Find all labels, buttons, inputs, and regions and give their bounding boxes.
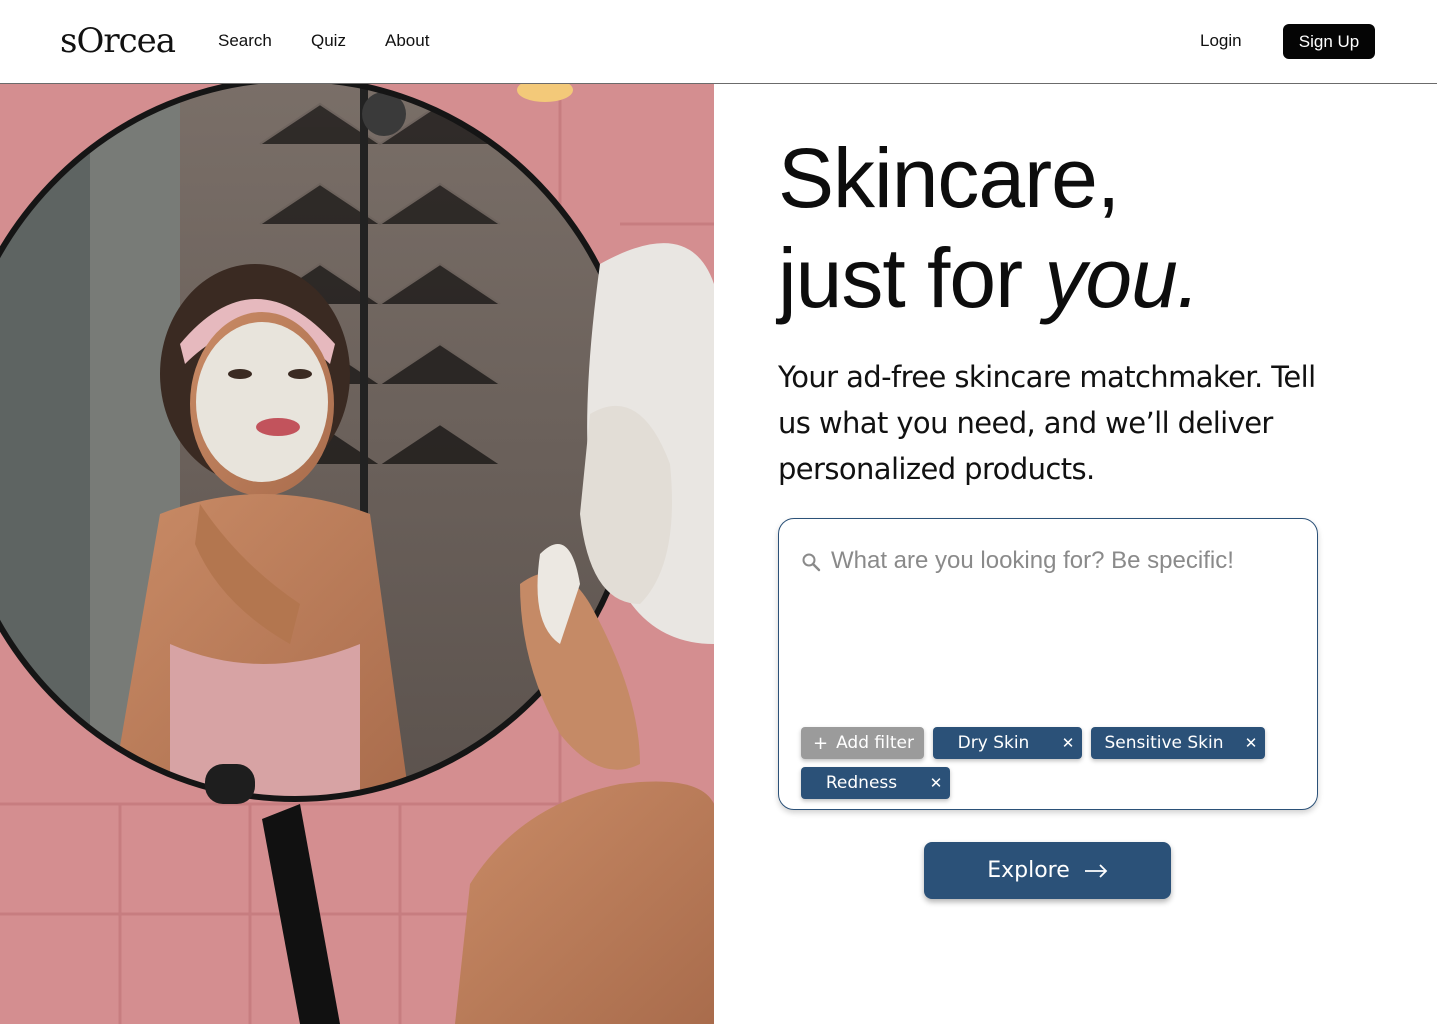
login-link[interactable]: Login [1200,31,1242,51]
filter-chip-sensitive-skin[interactable]: Sensitive Skin ✕ [1091,727,1265,759]
search-icon [802,553,821,572]
headline-line-2: just for you. [778,228,1200,328]
headline-line-1: Skincare, [778,131,1120,225]
search-input[interactable] [831,543,1301,579]
close-icon[interactable]: ✕ [922,774,950,792]
logo-text: sOrcea [60,21,176,61]
filter-chip-redness[interactable]: Redness ✕ [801,767,950,799]
headline-line-2-prefix: just for [778,231,1045,325]
top-navbar: sOrcea Search Quiz About Login Sign Up [0,0,1437,84]
hero-photo-illustration [0,84,714,1024]
add-filter-label: Add filter [836,733,914,753]
hero-photo [0,84,714,1024]
nav-link-about[interactable]: About [385,31,429,51]
explore-button[interactable]: Explore [924,842,1171,899]
signup-button[interactable]: Sign Up [1283,24,1375,59]
arrow-right-icon [1084,863,1108,878]
close-icon[interactable]: ✕ [1237,734,1265,752]
explore-label: Explore [987,858,1070,883]
close-icon[interactable]: ✕ [1054,734,1082,752]
filter-chip-label: Dry Skin [957,733,1030,753]
nav-link-quiz[interactable]: Quiz [311,31,346,51]
filter-chip-label: Redness [825,773,898,793]
add-filter-button[interactable]: + Add filter [801,727,924,759]
hero-subtext: Your ad-free skincare matchmaker. Tell u… [778,360,1316,486]
headline-emphasis: you. [1044,231,1200,325]
hero-headline: Skincare, just for you. [778,128,1200,328]
filter-chip-label: Sensitive Skin [1104,733,1224,753]
logo[interactable]: sOrcea [60,18,176,64]
filter-chip-dry-skin[interactable]: Dry Skin ✕ [933,727,1082,759]
nav-link-search[interactable]: Search [218,31,272,51]
search-panel: + Add filter Dry Skin ✕ Sensitive Skin ✕… [778,518,1318,810]
plus-icon: + [813,732,829,754]
